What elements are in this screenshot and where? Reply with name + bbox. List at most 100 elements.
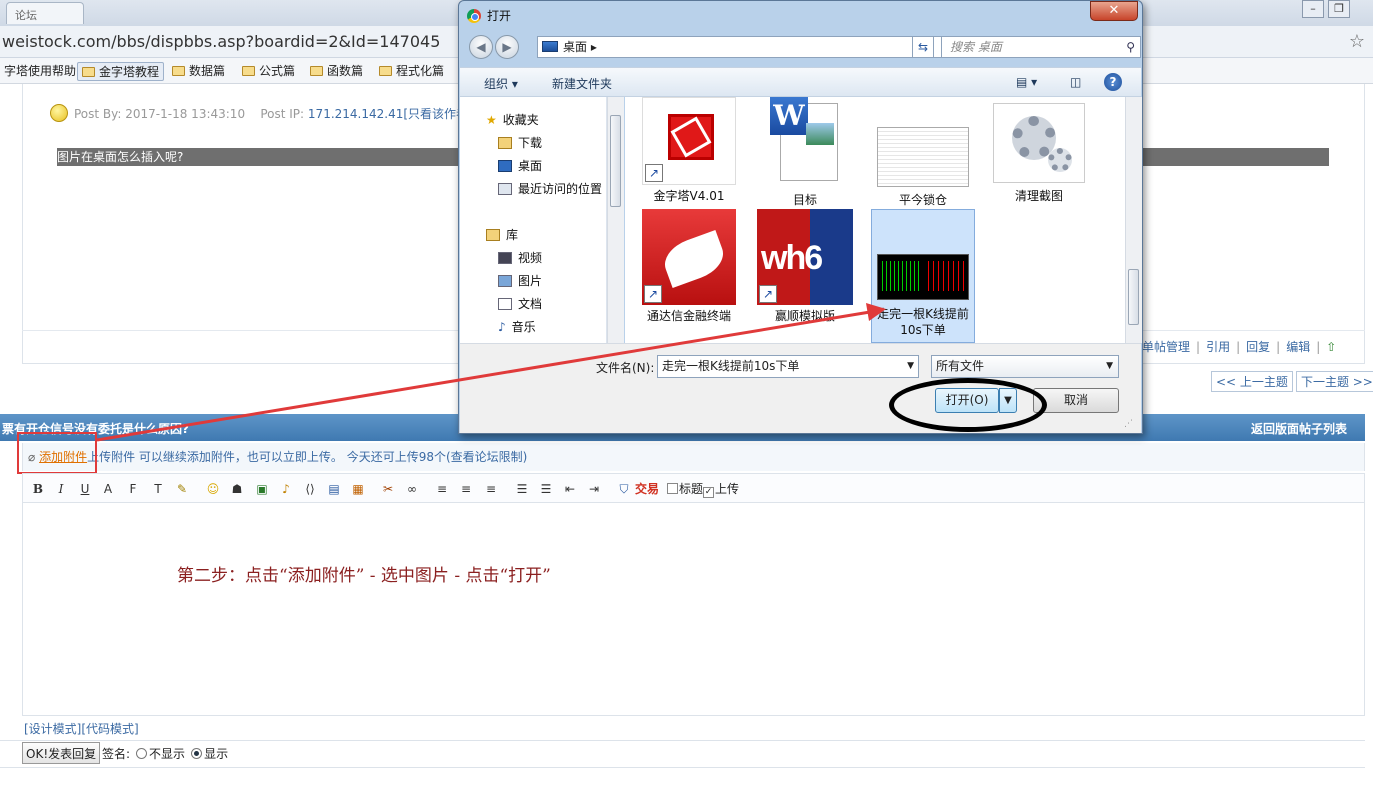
dialog-command-bar: 组织 ▾ 新建文件夹 ▤ ▾ ◫ ?	[460, 67, 1141, 97]
file-item[interactable]: 清理截图	[987, 97, 1091, 207]
nav-scroll-thumb[interactable]	[610, 115, 621, 207]
font-color-icon[interactable]: A	[99, 480, 117, 498]
path-breadcrumb[interactable]: 桌面 ▸▼	[537, 36, 959, 58]
file-item[interactable]: ↗ 通达信金融终端	[637, 209, 741, 325]
file-item[interactable]: W 目标	[753, 97, 857, 207]
bookmark-item[interactable]: 函数篇	[306, 62, 367, 81]
nav-pictures[interactable]: 图片	[498, 272, 542, 289]
resize-grip-icon[interactable]: ⋰	[1124, 419, 1133, 429]
nav-recent[interactable]: 最近访问的位置	[498, 180, 602, 197]
table-icon[interactable]: ▦	[349, 480, 367, 498]
file-scroll-thumb[interactable]	[1128, 269, 1139, 325]
file-item[interactable]: ↗ 金字塔V4.01	[637, 97, 741, 207]
nav-downloads[interactable]: 下载	[498, 134, 542, 151]
nav-favorites[interactable]: ★ 收藏夹	[486, 111, 539, 128]
file-item[interactable]: 平今锁仓	[871, 97, 975, 207]
nav-desktop[interactable]: 桌面	[498, 157, 542, 174]
new-folder-button[interactable]: 新建文件夹	[552, 75, 612, 92]
back-arrow-icon[interactable]: ◀	[469, 35, 493, 59]
font-size-icon[interactable]: F	[124, 480, 142, 498]
align-center-icon[interactable]: ≡	[457, 480, 475, 498]
quote-link[interactable]: 引用	[1206, 340, 1230, 354]
bookmark-item[interactable]: 数据篇	[168, 62, 229, 81]
refresh-icon[interactable]: ⇆	[912, 36, 934, 58]
code-mode-link[interactable]: [代码模式]	[81, 722, 138, 736]
bookmark-star-icon[interactable]: ☆	[1349, 31, 1365, 52]
forward-arrow-icon[interactable]: ▶	[495, 35, 519, 59]
nav-libraries[interactable]: 库	[486, 226, 518, 243]
align-left-icon[interactable]: ≡	[433, 480, 451, 498]
bookmark-item[interactable]: 程式化篇	[375, 62, 448, 81]
radio-hide-signature[interactable]	[136, 748, 148, 759]
link-icon[interactable]: ∞	[403, 480, 421, 498]
post-ip[interactable]: 171.214.142.41	[308, 107, 403, 121]
editor-toolbar: B I U A F T ✎ ☺ ☗ ▣ ♪ ⟨⟩ ▤ ▦ ✂ ∞ ≡ ≡ ≡ ☰…	[22, 473, 1365, 503]
unordered-list-icon[interactable]: ☰	[537, 480, 555, 498]
title-checkbox[interactable]: 标题	[667, 480, 703, 498]
filetype-select[interactable]: 所有文件 ▼	[931, 355, 1119, 378]
open-file-dialog: 打开 ✕ ◀ ▶ 桌面 ▸▼ ⇆ 搜索 桌面⚲ 组织 ▾ 新建文件夹 ▤ ▾ ◫…	[458, 0, 1143, 434]
bookmark-item[interactable]: 字塔使用帮助	[0, 62, 80, 81]
indent-icon[interactable]: ⇥	[585, 480, 603, 498]
dialog-close-button[interactable]: ✕	[1090, 1, 1138, 21]
browser-tab[interactable]: 论坛	[6, 2, 84, 24]
screen: 论坛 – ❐ weistock.com/bbs/dispbbs.asp?boar…	[0, 0, 1373, 794]
word-document-icon: W	[770, 97, 840, 185]
organize-button[interactable]: 组织 ▾	[484, 75, 518, 92]
reply-link[interactable]: 回复	[1246, 340, 1270, 354]
trade-label[interactable]: 交易	[635, 480, 659, 498]
image-icon[interactable]: ▣	[253, 480, 271, 498]
search-box[interactable]: 搜索 桌面 ⚲	[941, 36, 1141, 58]
restore-button[interactable]: ❐	[1328, 0, 1350, 18]
pictures-icon	[498, 275, 512, 287]
highlight-ellipse	[889, 378, 1047, 432]
prev-topic-button[interactable]: << 上一主题	[1211, 371, 1293, 392]
shortcut-arrow-icon: ↗	[645, 164, 663, 182]
bookmark-item[interactable]: 公式篇	[238, 62, 299, 81]
ordered-list-icon[interactable]: ☰	[513, 480, 531, 498]
library-icon	[486, 229, 500, 241]
italic-icon[interactable]: I	[52, 480, 70, 498]
file-item[interactable]: wh6 ↗ 赢顺模拟版	[753, 209, 857, 325]
underline-icon[interactable]: U	[76, 480, 94, 498]
nav-videos[interactable]: 视频	[498, 249, 542, 266]
gear-icon	[993, 103, 1085, 183]
filename-input[interactable]: 走完一根K线提前10s下单 ▼	[657, 355, 919, 378]
help-icon[interactable]: ?	[1104, 73, 1122, 91]
design-mode-link[interactable]: [设计模式]	[24, 722, 81, 736]
code-icon[interactable]: ⟨⟩	[301, 480, 319, 498]
next-topic-button[interactable]: 下一主题 >>	[1295, 371, 1373, 392]
user-icon[interactable]: ☗	[228, 480, 246, 498]
clear-format-icon[interactable]: ✂	[379, 480, 397, 498]
dialog-nav-pane: ★ 收藏夹 下载 桌面 最近访问的位置 库 视频 图片 文档 ♪ 音乐	[460, 97, 607, 343]
nav-music[interactable]: ♪ 音乐	[498, 318, 536, 335]
edit-link[interactable]: 编辑	[1286, 340, 1310, 354]
highlight-icon[interactable]: ✎	[173, 480, 191, 498]
nav-documents[interactable]: 文档	[498, 295, 542, 312]
minimize-button[interactable]: –	[1302, 0, 1324, 18]
chevron-down-icon[interactable]: ▼	[907, 356, 914, 377]
font-face-icon[interactable]: T	[149, 480, 167, 498]
bold-icon[interactable]: B	[29, 480, 47, 498]
forum-limit-link[interactable]: (查看论坛限制)	[446, 450, 527, 464]
radio-show-signature[interactable]	[191, 748, 203, 759]
media-icon[interactable]: ▤	[325, 480, 343, 498]
align-right-icon[interactable]: ≡	[482, 480, 500, 498]
shield-icon[interactable]: ⛉	[615, 480, 633, 498]
flash-icon[interactable]: ♪	[277, 480, 295, 498]
spreadsheet-thumbnail	[877, 127, 969, 187]
submit-reply-button[interactable]: OK!发表回复	[22, 742, 101, 764]
editor-area[interactable]	[22, 503, 1365, 716]
upload-checkbox[interactable]: ✓ 上传	[703, 480, 739, 498]
preview-pane-icon[interactable]: ◫	[1070, 75, 1081, 89]
view-options-icon[interactable]: ▤ ▾	[1016, 75, 1037, 89]
emoticon-icon[interactable]: ☺	[204, 480, 222, 498]
manage-link[interactable]: 单帖管理	[1142, 340, 1190, 354]
attachment-info: ⌀ 添加附件上传附件 可以继续添加附件，也可以立即上传。 今天还可上传98个(查…	[28, 448, 527, 465]
file-item-selected[interactable]: 走完一根K线提前10s下单	[871, 209, 975, 343]
outdent-icon[interactable]: ⇤	[561, 480, 579, 498]
top-arrow-icon[interactable]: ⇧	[1326, 340, 1336, 354]
step-instruction: 第二步：点击“添加附件” - 选中图片 - 点击“打开”	[177, 566, 551, 586]
back-to-list-link[interactable]: 返回版面帖子列表	[1251, 420, 1347, 437]
bookmark-item[interactable]: 金字塔教程	[77, 62, 165, 81]
